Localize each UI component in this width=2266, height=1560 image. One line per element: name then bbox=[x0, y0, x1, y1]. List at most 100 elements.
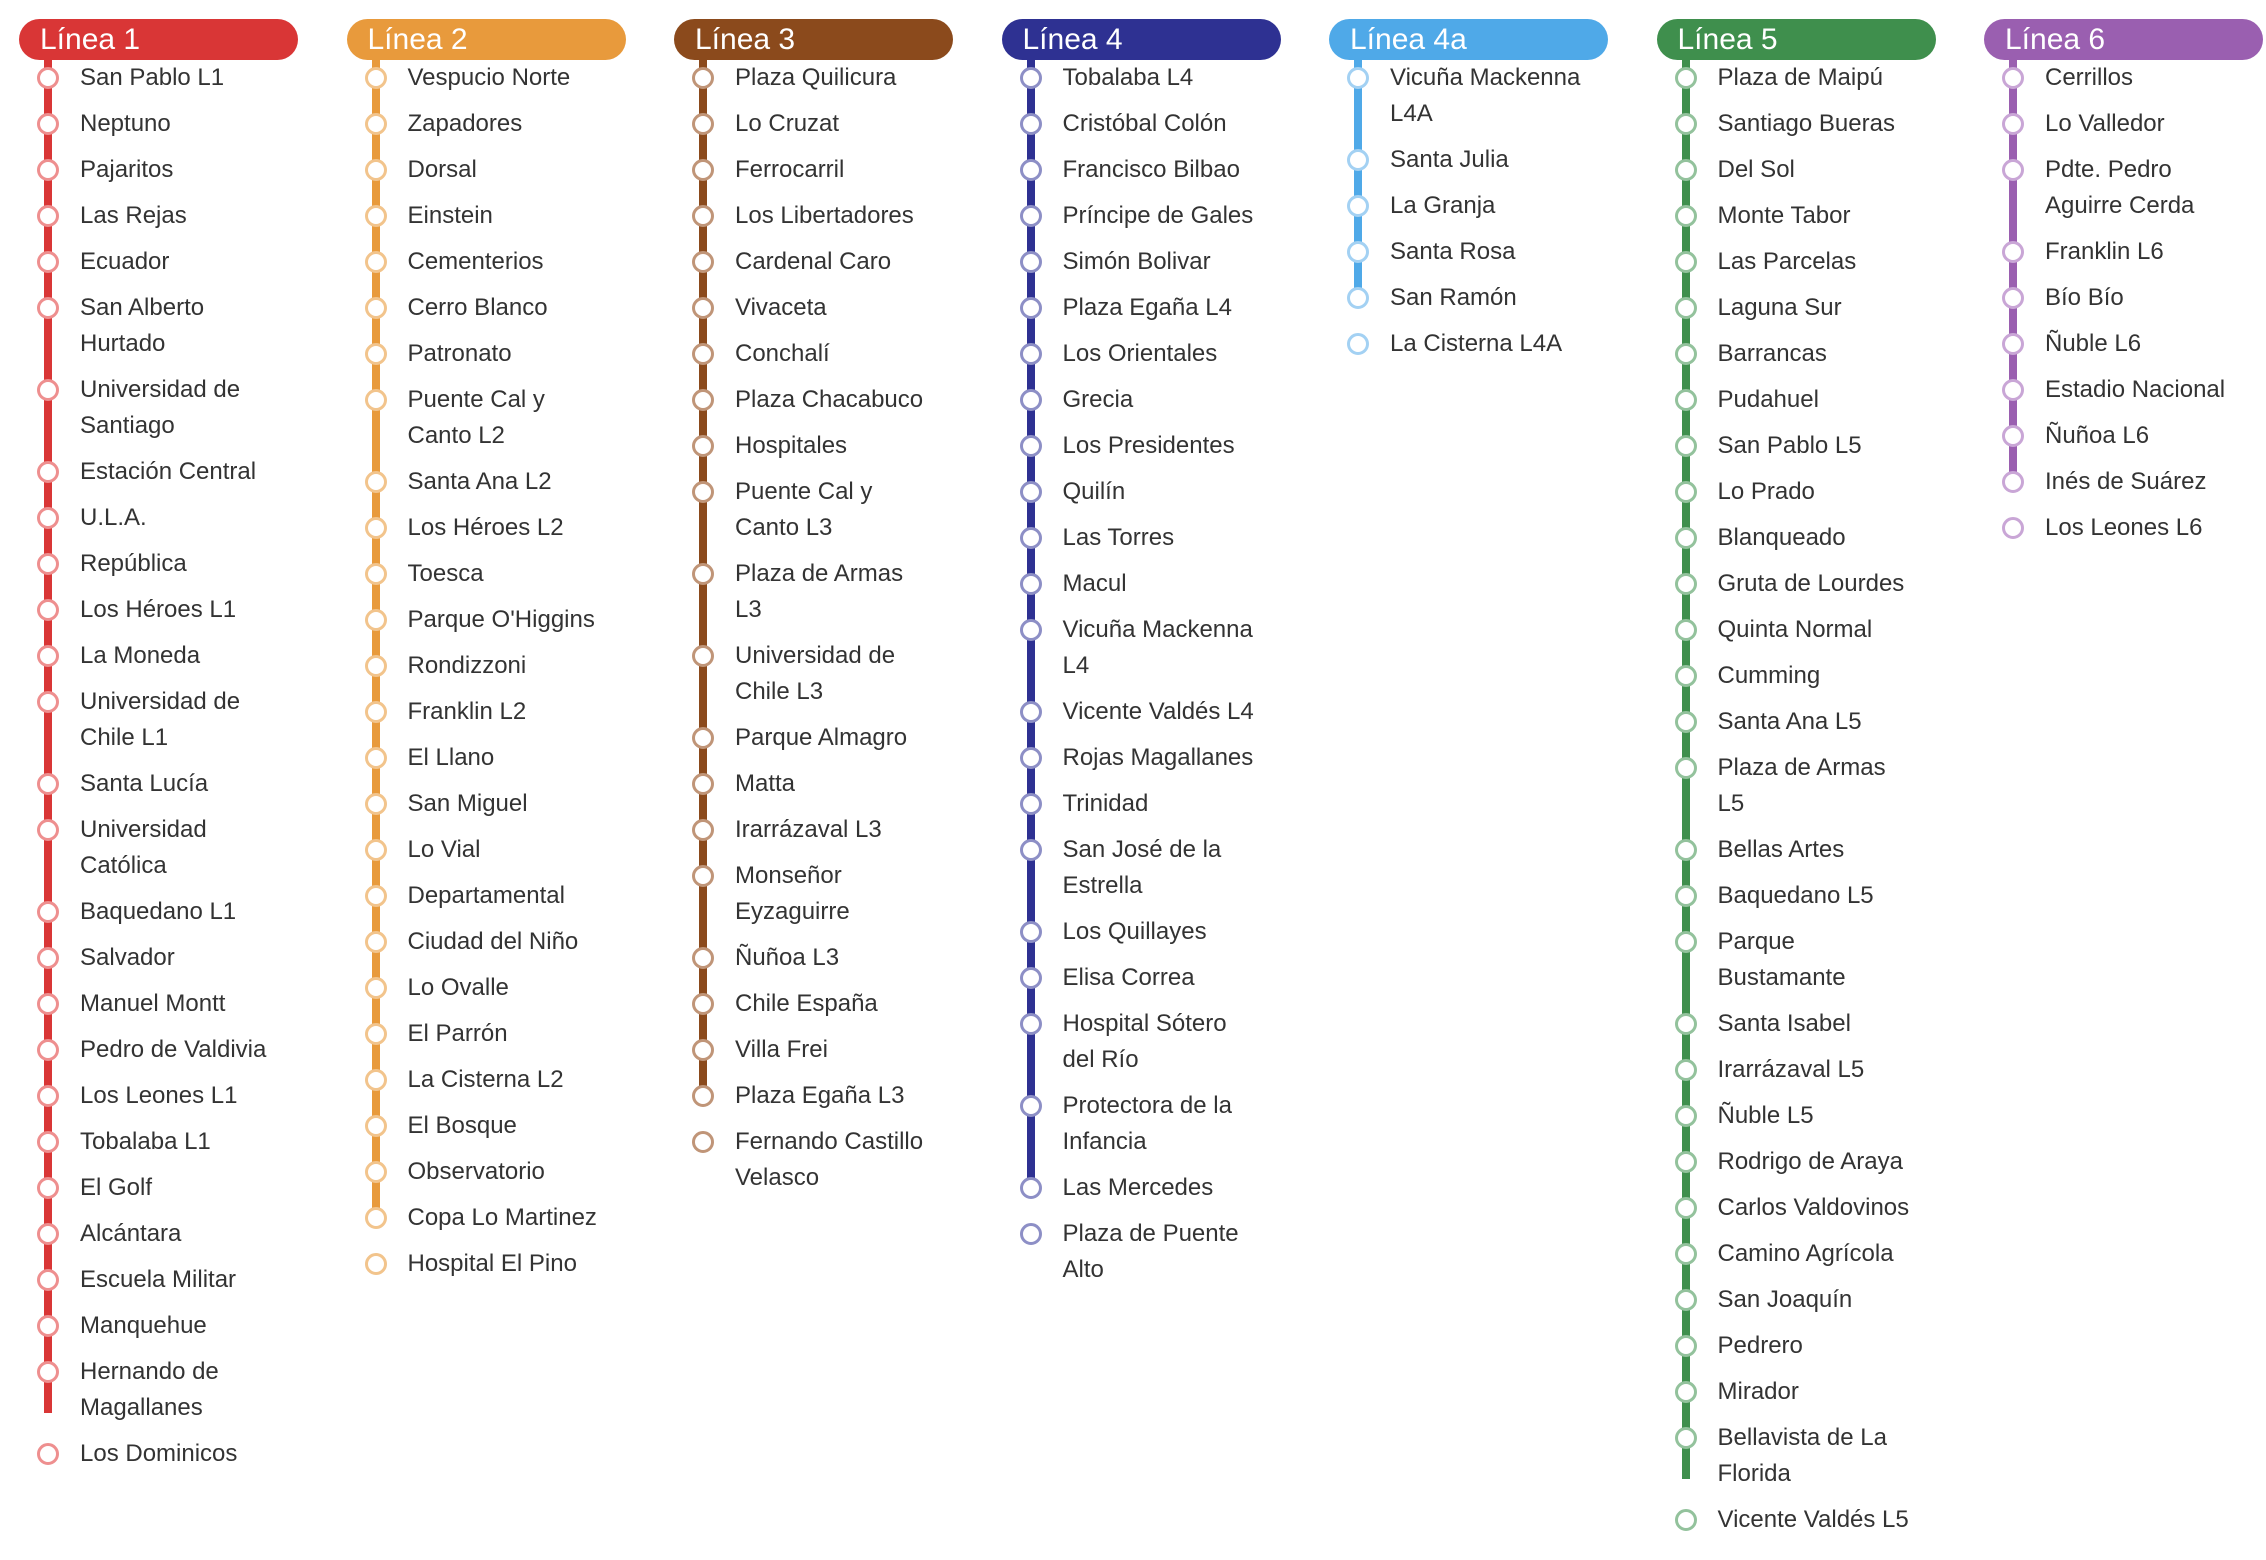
station-item: Ñuñoa L6 bbox=[1984, 418, 2263, 454]
station-name: Plaza de Armas L5 bbox=[1717, 754, 1886, 817]
station-name: Ñuble L6 bbox=[2045, 330, 2142, 357]
station-name: Estación Central bbox=[80, 458, 257, 485]
station-circle-icon bbox=[2002, 425, 2024, 447]
station-item: Bellavista de La Florida bbox=[1657, 1420, 1936, 1492]
station-item: Los Orientales bbox=[1002, 336, 1281, 372]
station-name: El Llano bbox=[407, 744, 495, 771]
station-name: Santa Rosa bbox=[1390, 238, 1516, 265]
station-name: San Pablo L5 bbox=[1717, 432, 1862, 459]
station-item: Las Torres bbox=[1002, 520, 1281, 556]
station-name: Cumming bbox=[1717, 662, 1821, 689]
station-item: Lo Prado bbox=[1657, 474, 1936, 510]
station-name: Universidad de Chile L1 bbox=[80, 688, 241, 751]
line-header: Línea 1 bbox=[19, 19, 298, 60]
station-item: Mirador bbox=[1657, 1374, 1936, 1410]
station-item: Simón Bolivar bbox=[1002, 244, 1281, 280]
station-item: Neptuno bbox=[19, 106, 298, 142]
station-item: Vicente Valdés L4 bbox=[1002, 694, 1281, 730]
station-name: Toesca bbox=[407, 560, 484, 587]
station-circle-icon bbox=[364, 389, 387, 411]
station-item: Plaza de Puente Alto bbox=[1002, 1216, 1281, 1288]
station-circle-icon bbox=[37, 205, 59, 227]
station-name: Los Dominicos bbox=[80, 1440, 238, 1467]
line-track bbox=[1354, 57, 1362, 303]
station-item: Inés de Suárez bbox=[1984, 464, 2263, 500]
station-item: Pudahuel bbox=[1657, 382, 1936, 418]
station-item: Einstein bbox=[347, 198, 626, 234]
station-name: Francisco Bilbao bbox=[1062, 156, 1240, 183]
station-circle-icon bbox=[1019, 251, 1042, 273]
station-name: Santa Ana L5 bbox=[1717, 708, 1862, 735]
station-item: Tobalaba L4 bbox=[1002, 60, 1281, 96]
station-name: Los Leones L1 bbox=[80, 1082, 238, 1109]
station-item: Los Presidentes bbox=[1002, 428, 1281, 464]
station-item: Baquedano L1 bbox=[19, 894, 298, 930]
station-name: Salvador bbox=[80, 944, 175, 971]
station-item: Quinta Normal bbox=[1657, 612, 1936, 648]
station-name: La Cisterna L4A bbox=[1390, 330, 1563, 357]
station-item: Lo Cruzat bbox=[674, 106, 953, 142]
station-item: Lo Ovalle bbox=[347, 970, 626, 1006]
station-item: Hernando de Magallanes bbox=[19, 1354, 298, 1426]
station-name: Los Orientales bbox=[1062, 340, 1218, 367]
station-circle-icon bbox=[37, 113, 59, 135]
station-circle-icon bbox=[37, 297, 59, 319]
station-circle-icon bbox=[1347, 67, 1369, 89]
station-name: Monseñor Eyzaguirre bbox=[735, 862, 850, 925]
station-circle-icon bbox=[692, 1131, 714, 1153]
station-name: Hernando de Magallanes bbox=[80, 1358, 219, 1421]
station-item: Fernando Castillo Velasco bbox=[674, 1124, 953, 1196]
line-header: Línea 4 bbox=[1001, 19, 1281, 60]
line-column: Línea 4a Vicuña Mackenna L4A Santa Julia La… bbox=[1329, 19, 1608, 372]
station-circle-icon bbox=[1019, 159, 1042, 181]
station-name: San Pablo L1 bbox=[80, 64, 225, 91]
station-item: San Pablo L1 bbox=[19, 60, 298, 96]
station-name: Alcántara bbox=[80, 1220, 182, 1247]
station-name: Zapadores bbox=[407, 110, 523, 137]
station-item: Ferrocarril bbox=[674, 152, 953, 188]
station-name: Los Presidentes bbox=[1062, 432, 1235, 459]
station-item: Manuel Montt bbox=[19, 986, 298, 1022]
station-item: Las Mercedes bbox=[1002, 1170, 1281, 1206]
station-circle-icon bbox=[1019, 921, 1042, 943]
station-item: El Llano bbox=[347, 740, 626, 776]
station-item: Carlos Valdovinos bbox=[1657, 1190, 1936, 1226]
station-item: Universidad de Chile L3 bbox=[674, 638, 953, 710]
station-name: Mirador bbox=[1717, 1378, 1799, 1405]
station-name: U.L.A. bbox=[80, 504, 147, 531]
station-name: Barrancas bbox=[1717, 340, 1827, 367]
station-item: U.L.A. bbox=[19, 500, 298, 536]
station-circle-icon bbox=[37, 1315, 59, 1337]
station-name: Del Sol bbox=[1717, 156, 1795, 183]
station-circle-icon bbox=[1019, 527, 1042, 549]
station-name: Gruta de Lourdes bbox=[1717, 570, 1905, 597]
station-name: Los Héroes L2 bbox=[407, 514, 564, 541]
station-circle-icon bbox=[37, 507, 59, 529]
station-name: Baquedano L1 bbox=[80, 898, 237, 925]
station-item: Zapadores bbox=[347, 106, 626, 142]
station-item: Gruta de Lourdes bbox=[1657, 566, 1936, 602]
station-circle-icon bbox=[364, 1069, 387, 1091]
station-item: Vivaceta bbox=[674, 290, 953, 326]
line-header: Línea 2 bbox=[346, 19, 626, 60]
station-circle-icon bbox=[37, 553, 59, 575]
station-item: Lo Valledor bbox=[1984, 106, 2263, 142]
station-circle-icon bbox=[364, 251, 387, 273]
station-circle-icon bbox=[692, 389, 714, 411]
station-name: Pdte. Pedro Aguirre Cerda bbox=[2045, 156, 2195, 219]
station-name: Hospital El Pino bbox=[407, 1250, 577, 1277]
station-item: Hospital Sótero del Río bbox=[1002, 1006, 1281, 1078]
station-name: La Moneda bbox=[80, 642, 201, 669]
station-name: Lo Cruzat bbox=[735, 110, 840, 137]
station-name: Einstein bbox=[407, 202, 493, 229]
station-name: Patronato bbox=[407, 340, 512, 367]
station-name: Matta bbox=[735, 770, 796, 797]
station-name: Puente Cal y Canto L3 bbox=[735, 478, 873, 541]
station-item: Salvador bbox=[19, 940, 298, 976]
station-name: Santa Ana L2 bbox=[407, 468, 552, 495]
station-circle-icon bbox=[364, 563, 387, 585]
station-name: Santa Julia bbox=[1390, 146, 1509, 173]
station-circle-icon bbox=[1674, 527, 1697, 549]
station-item: Grecia bbox=[1002, 382, 1281, 418]
line-column: Línea 3 Plaza Quilicura Lo Cruzat Ferrocarr… bbox=[674, 19, 953, 1206]
